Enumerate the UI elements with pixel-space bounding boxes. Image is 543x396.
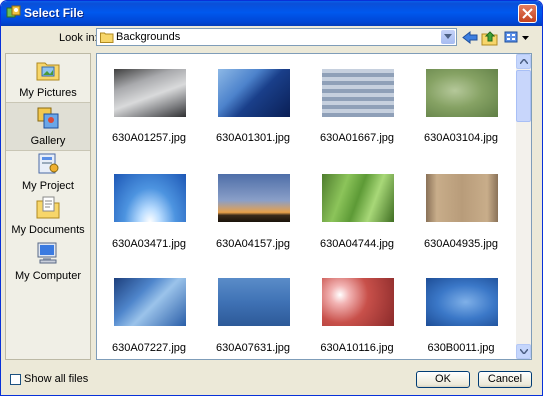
place-label: My Pictures [19, 87, 77, 99]
place-gallery[interactable]: Gallery [6, 102, 90, 151]
file-name[interactable]: 630A01257.jpg [97, 132, 201, 144]
place-label: My Documents [11, 224, 85, 236]
file-thumbnail[interactable] [426, 69, 498, 117]
file-thumbnail[interactable] [114, 278, 186, 326]
file-name[interactable]: 630B0011.jpg [409, 342, 513, 354]
cancel-button[interactable]: Cancel [478, 371, 532, 388]
file-name[interactable]: 630A03104.jpg [409, 132, 513, 144]
file-name[interactable]: 630A10116.jpg [305, 342, 409, 354]
place-my-project[interactable]: My Project [6, 150, 90, 192]
place-label: My Computer [14, 270, 82, 282]
file-list: 630A01257.jpg 630A01301.jpg 630A01667.jp… [96, 53, 532, 360]
file-name[interactable]: 630A04744.jpg [305, 238, 409, 250]
place-my-documents[interactable]: My Documents [6, 194, 90, 236]
views-icon [504, 31, 529, 43]
folder-icon [100, 31, 114, 46]
look-in-label: Look in: [59, 32, 98, 44]
gallery-icon [35, 105, 61, 131]
file-name[interactable]: 630A04935.jpg [409, 238, 513, 250]
close-button[interactable] [518, 4, 537, 23]
file-thumbnail[interactable] [322, 69, 394, 117]
back-arrow-icon [462, 30, 478, 45]
file-name[interactable]: 630A03471.jpg [97, 238, 201, 250]
file-name[interactable]: 630A04157.jpg [201, 238, 305, 250]
file-thumbnail[interactable] [218, 69, 290, 117]
file-thumbnail[interactable] [426, 278, 498, 326]
my-documents-icon [35, 194, 61, 220]
chevron-down-icon[interactable] [441, 30, 455, 44]
window-title: Select File [24, 6, 84, 20]
show-all-files-label[interactable]: Show all files [24, 373, 88, 385]
title-bar[interactable]: Select File [1, 1, 542, 26]
place-label: Gallery [30, 135, 66, 147]
views-menu-button[interactable] [504, 29, 532, 46]
close-icon [522, 8, 533, 19]
file-name[interactable]: 630A01301.jpg [201, 132, 305, 144]
up-folder-icon [481, 31, 498, 46]
show-all-files-checkbox[interactable] [10, 374, 21, 385]
scroll-thumb[interactable] [516, 70, 531, 122]
look-in-value: Backgrounds [116, 31, 181, 43]
chevron-down-icon [520, 349, 528, 354]
my-computer-icon [35, 240, 61, 266]
vertical-scrollbar[interactable] [516, 54, 531, 359]
file-thumbnail[interactable] [114, 174, 186, 222]
select-file-dialog: Select File Look in: Backgrounds My Pict… [0, 0, 543, 396]
place-my-pictures[interactable]: My Pictures [6, 57, 90, 99]
file-thumbnail[interactable] [114, 69, 186, 117]
file-thumbnail[interactable] [322, 174, 394, 222]
my-project-icon [35, 150, 61, 176]
file-thumbnail[interactable] [218, 278, 290, 326]
scroll-down-button[interactable] [516, 344, 531, 359]
place-label: My Project [22, 180, 74, 192]
scroll-up-button[interactable] [516, 54, 531, 69]
place-my-computer[interactable]: My Computer [6, 240, 90, 282]
app-icon [6, 5, 22, 21]
file-name[interactable]: 630A01667.jpg [305, 132, 409, 144]
places-bar: My Pictures Gallery My Project My Docume… [5, 53, 91, 360]
chevron-up-icon [520, 59, 528, 64]
look-in-combo[interactable]: Backgrounds [96, 28, 457, 46]
ok-button[interactable]: OK [416, 371, 470, 388]
up-folder-button[interactable] [481, 29, 499, 46]
back-button[interactable] [461, 29, 479, 46]
file-name[interactable]: 630A07227.jpg [97, 342, 201, 354]
file-name[interactable]: 630A07631.jpg [201, 342, 305, 354]
file-thumbnail[interactable] [322, 278, 394, 326]
my-pictures-icon [35, 57, 61, 83]
file-thumbnail[interactable] [218, 174, 290, 222]
file-thumbnail[interactable] [426, 174, 498, 222]
